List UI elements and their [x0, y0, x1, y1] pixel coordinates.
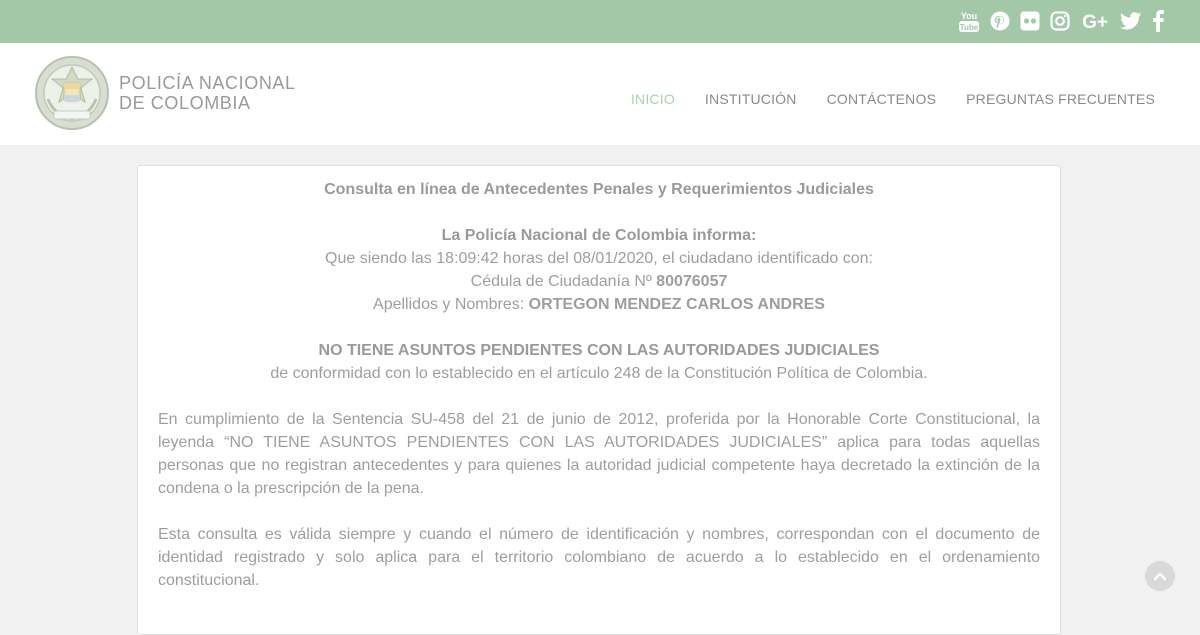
nav-item-inicio[interactable]: INICIO	[631, 91, 675, 107]
status-note: de conformidad con lo establecido en el …	[270, 365, 928, 382]
instagram-icon[interactable]	[1050, 9, 1070, 33]
site-header: POLICÍA NACIONAL DE COLOMBIA INICIO INST…	[0, 43, 1200, 145]
brand-line-2: DE COLOMBIA	[119, 93, 251, 113]
nav-item-contactenos[interactable]: CONTÁCTENOS	[827, 91, 937, 107]
legal-paragraph-1: En cumplimiento de la Sentencia SU-458 d…	[158, 411, 1040, 497]
query-time-line: Que siendo las 18:09:42 horas del 08/01/…	[325, 250, 873, 267]
google-plus-icon[interactable]: G+	[1080, 9, 1110, 33]
nav-item-preguntas-frecuentes[interactable]: PREGUNTAS FRECUENTES	[966, 91, 1155, 107]
name-line: Apellidos y Nombres: ORTEGON MENDEZ CARL…	[158, 293, 1040, 316]
brand-line-1: POLICÍA NACIONAL	[119, 73, 296, 93]
police-seal-logo	[35, 56, 109, 130]
google-plus-icon-text: G+	[1082, 12, 1108, 33]
name-value: ORTEGON MENDEZ CARLOS ANDRES	[528, 296, 825, 313]
scroll-to-top-button[interactable]	[1145, 561, 1175, 591]
status-heading: NO TIENE ASUNTOS PENDIENTES CON LAS AUTO…	[318, 342, 880, 359]
main-nav: INICIO INSTITUCIÓN CONTÁCTENOS PREGUNTAS…	[631, 91, 1155, 107]
social-links: You Tube G+	[958, 9, 1164, 33]
cedula-number: 80076057	[656, 273, 728, 290]
youtube-icon-text: You	[961, 11, 977, 21]
cedula-line: Cédula de Ciudadanía Nº 80076057	[158, 270, 1040, 293]
nav-item-institucion[interactable]: INSTITUCIÓN	[705, 91, 797, 107]
legal-paragraph-2: Esta consulta es válida siempre y cuando…	[158, 526, 1040, 589]
youtube-icon[interactable]: You Tube	[958, 9, 980, 33]
informa-heading: La Policía Nacional de Colombia informa:	[441, 227, 757, 244]
facebook-icon[interactable]	[1152, 9, 1164, 33]
logo-link[interactable]: POLICÍA NACIONAL DE COLOMBIA	[34, 55, 296, 131]
cedula-label: Cédula de Ciudadanía Nº	[470, 273, 657, 290]
top-bar: You Tube G+	[0, 0, 1200, 43]
result-card: Consulta en línea de Antecedentes Penale…	[137, 165, 1061, 635]
flickr-icon[interactable]	[1020, 9, 1040, 33]
brand-name: POLICÍA NACIONAL DE COLOMBIA	[119, 73, 296, 113]
chevron-up-icon	[1153, 572, 1167, 581]
name-label: Apellidos y Nombres:	[373, 296, 529, 313]
pinterest-icon[interactable]	[990, 9, 1010, 33]
result-title: Consulta en línea de Antecedentes Penale…	[324, 181, 874, 198]
twitter-icon[interactable]	[1120, 9, 1142, 33]
youtube-icon-text2: Tube	[960, 23, 979, 32]
